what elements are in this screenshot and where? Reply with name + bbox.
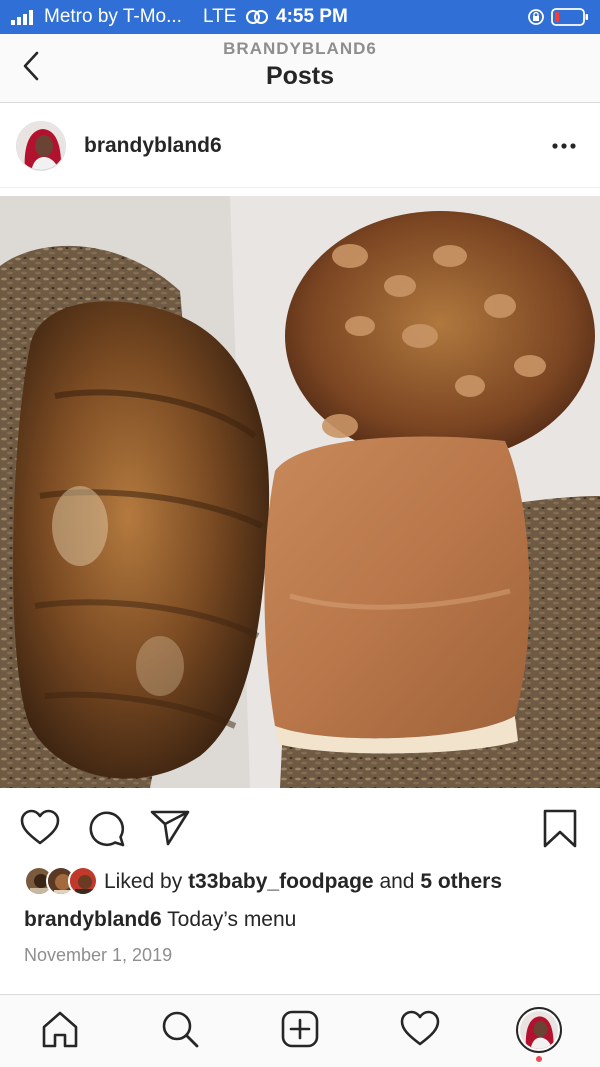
post-header: brandybland6 [0, 104, 600, 188]
comment-icon[interactable] [84, 806, 128, 850]
orientation-lock-icon [528, 9, 544, 25]
paper-plane-icon[interactable] [148, 806, 192, 850]
hotspot-icon [246, 10, 268, 24]
profile-tab-avatar[interactable] [516, 1007, 562, 1053]
profile-username-subtitle: BRANDYBLAND6 [223, 39, 377, 58]
heart-icon[interactable] [18, 806, 62, 850]
battery-low-icon [551, 8, 588, 26]
search-icon[interactable] [158, 1007, 202, 1051]
post-date: November 1, 2019 [24, 945, 173, 965]
caption-username[interactable]: brandybland6 [24, 908, 162, 931]
first-liker-username[interactable]: t33baby_foodpage [188, 870, 374, 893]
likes-row: Liked by t33baby_foodpage and 5 others [0, 862, 600, 900]
likes-prefix: Liked by [104, 870, 189, 893]
liker-avatars[interactable] [24, 866, 98, 896]
post-caption: brandybland6 Today’s menu [24, 908, 296, 932]
status-bar: Metro by T-Mo... LTE 4:55 PM [0, 0, 600, 34]
food-photo [0, 196, 600, 788]
clock-time: 4:55 PM [276, 6, 348, 27]
post-photo[interactable] [0, 196, 600, 788]
page-title: Posts [265, 62, 335, 90]
nav-header: BRANDYBLAND6 Posts [0, 34, 600, 103]
post-action-bar [0, 798, 600, 858]
activity-heart-icon[interactable] [398, 1007, 442, 1051]
add-post-icon[interactable] [278, 1007, 322, 1051]
caption-text: Today’s menu [161, 908, 297, 931]
post-username[interactable]: brandybland6 [84, 134, 222, 158]
avatar[interactable] [16, 121, 66, 171]
liker-avatar [68, 866, 98, 896]
likes-conjunction: and [373, 870, 421, 893]
likes-summary[interactable]: Liked by t33baby_foodpage and 5 others [104, 870, 502, 894]
likes-others-count[interactable]: 5 others [420, 870, 502, 893]
carrier-name: Metro by T-Mo... [44, 6, 182, 27]
network-type: LTE [203, 6, 237, 27]
ellipsis-icon[interactable] [548, 134, 580, 158]
home-icon[interactable] [38, 1007, 82, 1051]
bookmark-icon[interactable] [538, 806, 582, 850]
notification-dot [536, 1056, 542, 1062]
bottom-tab-bar [0, 994, 600, 1067]
signal-strength-icon [11, 10, 33, 25]
